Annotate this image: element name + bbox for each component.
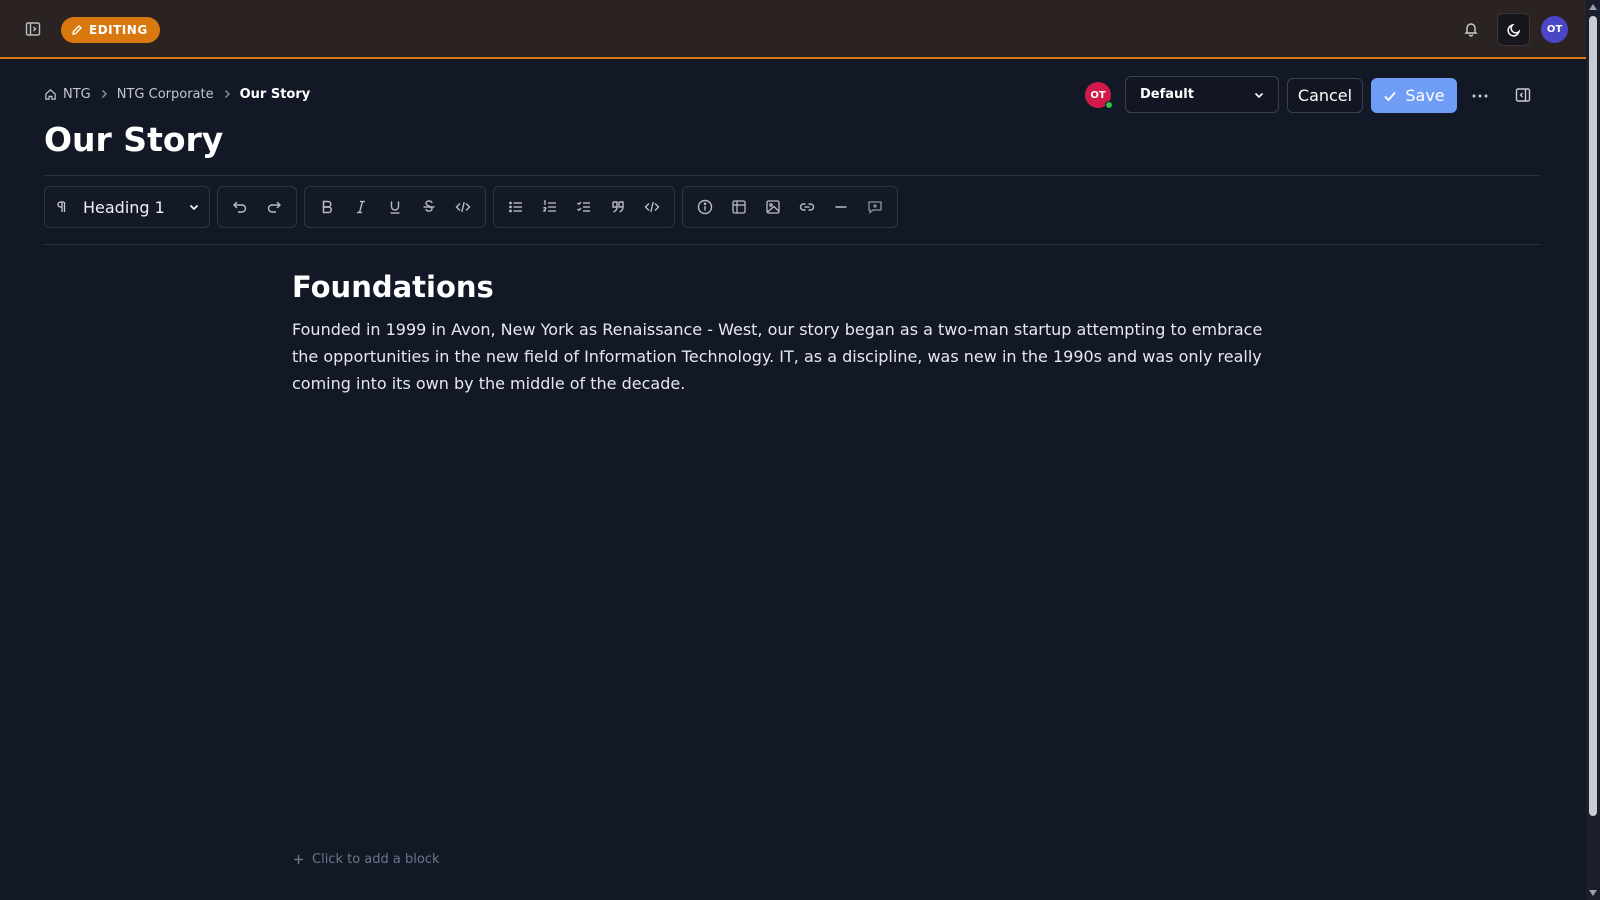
sidebar-toggle-icon[interactable] (22, 18, 44, 40)
comment-icon[interactable] (859, 191, 891, 223)
cancel-button[interactable]: Cancel (1287, 78, 1363, 113)
breadcrumb-item-parent[interactable]: NTG Corporate (117, 87, 214, 102)
redo-icon[interactable] (258, 191, 290, 223)
scroll-thumb[interactable] (1589, 16, 1597, 816)
page-title[interactable]: Our Story (44, 120, 223, 159)
save-label: Save (1405, 86, 1445, 105)
block-type-select[interactable]: Heading 1 (44, 186, 210, 228)
lists-group (493, 186, 675, 228)
template-select-value: Default (1140, 87, 1194, 102)
numbered-list-icon[interactable] (534, 191, 566, 223)
template-select[interactable]: Default (1125, 76, 1279, 113)
paragraph-icon (55, 200, 69, 214)
strikethrough-icon[interactable] (413, 191, 445, 223)
code-block-icon[interactable] (636, 191, 668, 223)
top-bar: EDITING OT (0, 0, 1586, 59)
bullet-list-icon[interactable] (500, 191, 532, 223)
editing-badge: EDITING (61, 17, 160, 43)
moon-icon (1506, 22, 1522, 38)
editor-content[interactable]: Foundations Founded in 1999 in Avon, New… (292, 270, 1282, 397)
content-heading[interactable]: Foundations (292, 270, 1282, 304)
scroll-up-icon[interactable] (1589, 4, 1597, 10)
bell-icon[interactable] (1460, 18, 1482, 40)
breadcrumb-item-current: Our Story (239, 86, 311, 102)
task-list-icon[interactable] (568, 191, 600, 223)
insert-group (682, 186, 898, 228)
editor-toolbar: Heading 1 (44, 186, 898, 228)
history-group (217, 186, 297, 228)
plus-icon (293, 854, 304, 865)
more-options-icon[interactable] (1469, 85, 1491, 107)
breadcrumb: NTG NTG Corporate Our Story (44, 84, 310, 104)
bold-icon[interactable] (311, 191, 343, 223)
breadcrumb-label: NTG (63, 86, 91, 102)
pencil-icon (71, 24, 83, 36)
chevron-down-icon (1254, 90, 1264, 100)
chevron-down-icon (189, 202, 199, 212)
collaborator-avatar[interactable]: OT (1085, 82, 1113, 109)
divider (44, 244, 1540, 245)
chevron-right-icon (222, 89, 232, 99)
breadcrumb-item-space[interactable]: NTG (44, 87, 91, 102)
link-icon[interactable] (791, 191, 823, 223)
block-type-label: Heading 1 (83, 197, 165, 217)
side-panel-toggle-icon[interactable] (1512, 84, 1534, 106)
check-icon (1383, 89, 1397, 103)
save-button[interactable]: Save (1371, 78, 1457, 113)
theme-toggle-button[interactable] (1497, 13, 1530, 46)
image-icon[interactable] (757, 191, 789, 223)
content-paragraph[interactable]: Founded in 1999 in Avon, New York as Ren… (292, 316, 1282, 397)
underline-icon[interactable] (379, 191, 411, 223)
chevron-right-icon (99, 89, 109, 99)
editing-badge-label: EDITING (89, 23, 148, 37)
add-block-label: Click to add a block (312, 852, 440, 867)
scrollbar[interactable] (1586, 0, 1600, 900)
italic-icon[interactable] (345, 191, 377, 223)
divider (44, 175, 1540, 176)
table-icon[interactable] (723, 191, 755, 223)
home-icon (44, 88, 57, 101)
undo-icon[interactable] (224, 191, 256, 223)
quote-icon[interactable] (602, 191, 634, 223)
horizontal-rule-icon[interactable] (825, 191, 857, 223)
inline-code-icon[interactable] (447, 191, 479, 223)
info-callout-icon[interactable] (689, 191, 721, 223)
user-avatar[interactable]: OT (1541, 16, 1568, 43)
scroll-down-icon[interactable] (1589, 890, 1597, 896)
online-status-dot (1105, 101, 1113, 109)
format-group (304, 186, 486, 228)
collaborator-initials: OT (1090, 89, 1106, 101)
add-block-button[interactable]: Click to add a block (293, 852, 440, 867)
